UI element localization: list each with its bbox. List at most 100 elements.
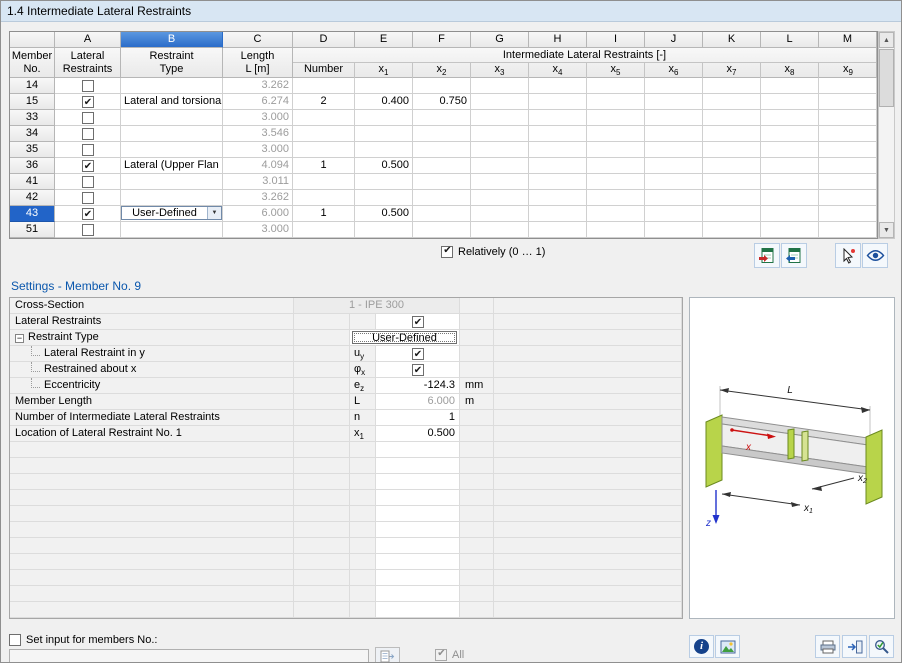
x7-cell[interactable] [703,206,761,222]
member-no-cell[interactable]: 36 [10,158,55,174]
lateral-restraint-checkbox[interactable] [81,143,94,156]
number-cell[interactable] [293,190,355,206]
lateral-restraint-checkbox[interactable] [81,223,94,236]
x8-cell[interactable] [761,190,819,206]
member-no-cell[interactable]: 14 [10,78,55,94]
collapse-expander-icon[interactable] [15,334,24,343]
x2-cell[interactable]: 0.750 [413,94,471,110]
lateral-restraint-checkbox[interactable] [81,111,94,124]
x4-cell[interactable] [529,158,587,174]
x3-cell[interactable] [471,206,529,222]
lateral-restraint-cell[interactable] [55,190,121,206]
x9-cell[interactable] [819,174,877,190]
x9-cell[interactable] [819,110,877,126]
x7-cell[interactable] [703,158,761,174]
x7-cell[interactable] [703,174,761,190]
x3-cell[interactable] [471,222,529,238]
lateral-restraint-checkbox[interactable] [81,95,94,109]
x3-cell[interactable] [471,142,529,158]
x1-cell[interactable] [355,174,413,190]
x8-cell[interactable] [761,126,819,142]
member-no-cell[interactable]: 43 [10,206,55,222]
x6-cell[interactable] [645,174,703,190]
x6-cell[interactable] [645,142,703,158]
x3-cell[interactable] [471,94,529,110]
member-no-cell[interactable]: 35 [10,142,55,158]
member-no-cell[interactable]: 41 [10,174,55,190]
members-list-input[interactable] [9,649,369,662]
x2-cell[interactable] [413,78,471,94]
x4-cell[interactable] [529,110,587,126]
x2-cell[interactable] [413,142,471,158]
column-header-L[interactable]: L [761,32,819,48]
phix-checkbox[interactable] [411,363,424,377]
x8-cell[interactable] [761,94,819,110]
column-header-B[interactable]: B [121,32,223,48]
lateral-restraint-cell[interactable] [55,94,121,110]
column-header-I[interactable]: I [587,32,645,48]
restraint-type-cell[interactable] [121,78,223,94]
lateral-restraint-checkbox[interactable] [81,207,94,221]
select-members-button[interactable] [375,647,400,662]
lateral-restraint-checkbox[interactable] [81,79,94,92]
x6-cell[interactable] [645,94,703,110]
table-scrollbar[interactable]: ▲ ▼ [878,31,895,239]
member-no-cell[interactable]: 34 [10,126,55,142]
x3-cell[interactable] [471,78,529,94]
x8-cell[interactable] [761,206,819,222]
x9-cell[interactable] [819,206,877,222]
x7-cell[interactable] [703,94,761,110]
x6-cell[interactable] [645,190,703,206]
x4-cell[interactable] [529,78,587,94]
restraint-type-cell[interactable]: Lateral and torsiona [121,94,223,110]
number-cell[interactable] [293,126,355,142]
column-header-F[interactable]: F [413,32,471,48]
restraint-type-cell[interactable] [121,174,223,190]
x8-cell[interactable] [761,222,819,238]
apply-button[interactable] [842,635,867,658]
x2-cell[interactable] [413,222,471,238]
lateral-restraint-checkbox[interactable] [81,127,94,140]
x3-cell[interactable] [471,126,529,142]
number-cell[interactable] [293,110,355,126]
graphic-button[interactable] [715,635,740,658]
x9-cell[interactable] [819,126,877,142]
lateral-restraint-cell[interactable] [55,142,121,158]
x3-cell[interactable] [471,174,529,190]
x7-cell[interactable] [703,110,761,126]
lateral-restraint-checkbox[interactable] [81,175,94,188]
x4-cell[interactable] [529,222,587,238]
x2-cell[interactable] [413,206,471,222]
x5-cell[interactable] [587,126,645,142]
uy-checkbox[interactable] [411,347,424,361]
x1-cell[interactable]: 0.500 [355,206,413,222]
check-button[interactable] [869,635,894,658]
x9-cell[interactable] [819,190,877,206]
x4-cell[interactable] [529,206,587,222]
x8-cell[interactable] [761,78,819,94]
x1-cell[interactable] [355,222,413,238]
lateral-restraint-cell[interactable] [55,174,121,190]
x4-cell[interactable] [529,174,587,190]
lateral-restraint-cell[interactable] [55,206,121,222]
column-header-K[interactable]: K [703,32,761,48]
lateral-restraint-cell[interactable] [55,158,121,174]
x4-cell[interactable] [529,94,587,110]
x9-cell[interactable] [819,222,877,238]
eccentricity-value[interactable]: -124.3 [376,378,460,394]
x6-cell[interactable] [645,126,703,142]
lateral-restraint-checkbox[interactable] [81,191,94,204]
restraint-count-value[interactable]: 1 [376,410,460,426]
x9-cell[interactable] [819,142,877,158]
print-button[interactable] [815,635,840,658]
restraint-type-cell[interactable] [121,110,223,126]
column-header-M[interactable]: M [819,32,877,48]
restraint-type-cell[interactable] [121,222,223,238]
x1-cell[interactable]: 0.400 [355,94,413,110]
x7-cell[interactable] [703,142,761,158]
x2-cell[interactable] [413,110,471,126]
column-header-D[interactable]: D [293,32,355,48]
lateral-restraint-cell[interactable] [55,126,121,142]
relatively-checkbox[interactable] [441,245,453,258]
view-button[interactable] [862,243,888,268]
